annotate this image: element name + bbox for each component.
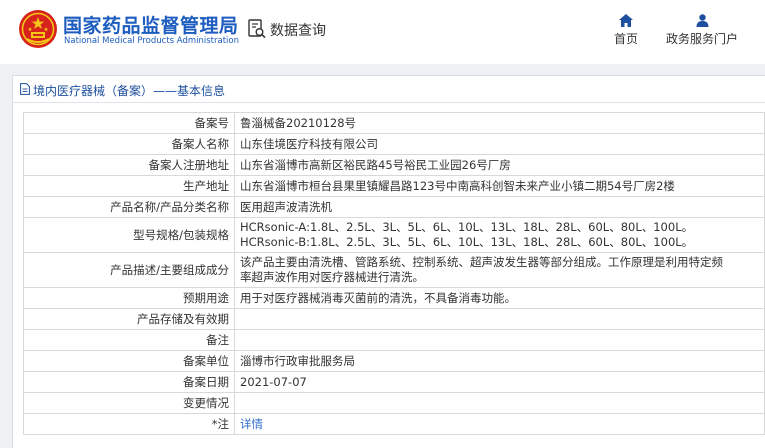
row-value: 鲁淄械备20210128号 — [234, 112, 765, 134]
panel-title-bar: 境内医疗器械（备案）——基本信息 — [13, 76, 765, 103]
table-row: 备注 — [23, 329, 765, 351]
row-label: 产品名称/产品分类名称 — [23, 196, 235, 218]
row-value: HCRsonic-A:1.8L、2.5L、3L、5L、6L、10L、13L、18… — [234, 217, 765, 253]
user-icon — [696, 14, 708, 27]
row-label: 备案号 — [23, 112, 235, 134]
row-label: 备案人名称 — [23, 133, 235, 155]
row-value: 山东省淄博市桓台县果里镇耀昌路123号中南高科创智未来产业小镇二期54号厂房2楼 — [234, 175, 765, 197]
description-line: 该产品主要由清洗槽、管路系统、控制系统、超声波发生器等部分组成。工作原理是利用特… — [240, 255, 723, 269]
row-label: 备案日期 — [23, 371, 235, 393]
detail-panel: 境内医疗器械（备案）——基本信息 备案号 鲁淄械备20210128号 备案人名称… — [12, 75, 765, 448]
nav-portal-label: 政务服务门户 — [665, 32, 738, 46]
table-row: 型号规格/包装规格 HCRsonic-A:1.8L、2.5L、3L、5L、6L、… — [23, 217, 765, 253]
site-header: 国家药品监督管理局 National Medical Products Admi… — [0, 0, 765, 64]
row-label: 预期用途 — [23, 287, 235, 309]
description-line: 率超声波作用对医疗器械进行清洗。 — [240, 270, 424, 284]
table-row: 产品描述/主要组成成分 该产品主要由清洗槽、管路系统、控制系统、超声波发生器等部… — [23, 252, 765, 288]
row-value: 山东省淄博市高新区裕民路45号裕民工业园26号厂房 — [234, 154, 765, 176]
table-row: 备案号 鲁淄械备20210128号 — [23, 112, 765, 134]
row-value: 该产品主要由清洗槽、管路系统、控制系统、超声波发生器等部分组成。工作原理是利用特… — [234, 252, 765, 288]
table-row: 备案人名称 山东佳境医疗科技有限公司 — [23, 133, 765, 155]
site-name-cn: 国家药品监督管理局 — [63, 15, 239, 37]
table-row: 备案日期 2021-07-07 — [23, 371, 765, 393]
nav-gov-service-portal[interactable]: 政务服务门户 — [660, 14, 744, 47]
row-label: 生产地址 — [23, 175, 235, 197]
table-row: 产品名称/产品分类名称 医用超声波清洗机 — [23, 196, 765, 218]
national-emblem-icon — [19, 10, 57, 48]
row-value — [234, 392, 765, 414]
table-row: 预期用途 用于对医疗器械消毒灭菌前的清洗，不具备消毒功能。 — [23, 287, 765, 309]
data-query-title: 数据查询 — [270, 23, 326, 39]
data-query-icon — [248, 19, 266, 39]
table-row: *注 详情 — [23, 413, 765, 435]
row-value: 2021-07-07 — [234, 371, 765, 393]
row-value: 医用超声波清洗机 — [234, 196, 765, 218]
home-icon — [619, 14, 633, 27]
row-label: 型号规格/包装规格 — [23, 217, 235, 253]
table-row: 变更情况 — [23, 392, 765, 414]
row-value — [234, 308, 765, 330]
row-label: 产品描述/主要组成成分 — [23, 252, 235, 288]
row-value — [234, 329, 765, 351]
panel-title: 境内医疗器械（备案）——基本信息 — [33, 84, 226, 98]
nav-home[interactable]: 首页 — [606, 14, 646, 47]
row-label: 备注 — [23, 329, 235, 351]
row-value: 山东佳境医疗科技有限公司 — [234, 133, 765, 155]
table-row: 生产地址 山东省淄博市桓台县果里镇耀昌路123号中南高科创智未来产业小镇二期54… — [23, 175, 765, 197]
table-row: 产品存储及有效期 — [23, 308, 765, 330]
row-label: 变更情况 — [23, 392, 235, 414]
site-name-en: National Medical Products Administration — [64, 36, 239, 46]
details-link[interactable]: 详情 — [240, 417, 263, 431]
document-icon — [20, 83, 30, 95]
table-row: 备案人注册地址 山东省淄博市高新区裕民路45号裕民工业园26号厂房 — [23, 154, 765, 176]
row-label: *注 — [23, 413, 235, 435]
row-label: 产品存储及有效期 — [23, 308, 235, 330]
table-row: 备案单位 淄博市行政审批服务局 — [23, 350, 765, 372]
model-spec-line: HCRsonic-B:1.8L、2.5L、3L、5L、6L、10L、13L、18… — [240, 235, 694, 249]
row-value: 用于对医疗器械消毒灭菌前的清洗，不具备消毒功能。 — [234, 287, 765, 309]
row-value: 淄博市行政审批服务局 — [234, 350, 765, 372]
nav-home-label: 首页 — [613, 32, 638, 46]
row-label: 备案人注册地址 — [23, 154, 235, 176]
row-value: 详情 — [234, 413, 765, 435]
model-spec-line: HCRsonic-A:1.8L、2.5L、3L、5L、6L、10L、13L、18… — [240, 220, 694, 234]
row-label: 备案单位 — [23, 350, 235, 372]
record-info-table: 备案号 鲁淄械备20210128号 备案人名称 山东佳境医疗科技有限公司 备案人… — [23, 112, 765, 435]
